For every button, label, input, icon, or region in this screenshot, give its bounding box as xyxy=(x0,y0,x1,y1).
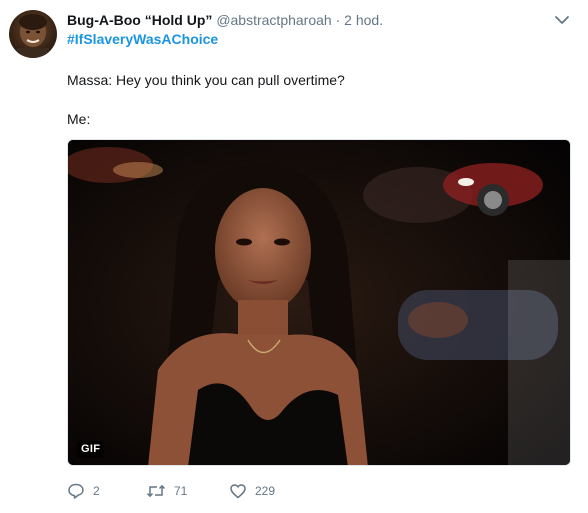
retweet-count: 71 xyxy=(174,484,188,498)
avatar[interactable] xyxy=(9,10,57,58)
reply-button[interactable]: 2 xyxy=(67,481,100,501)
gif-badge: GIF xyxy=(77,441,105,458)
gif-media[interactable]: GIF xyxy=(67,139,571,466)
retweet-icon xyxy=(146,484,166,498)
avatar-image xyxy=(17,14,49,58)
like-count: 229 xyxy=(255,484,276,498)
tweet-actions: 2 71 229 xyxy=(67,481,367,501)
separator-dot: · xyxy=(335,12,341,28)
tweet-text-line: Me: xyxy=(67,111,91,127)
reply-icon xyxy=(68,483,84,499)
retweet-button[interactable]: 71 xyxy=(146,481,187,501)
heart-icon xyxy=(230,484,246,499)
chevron-down-icon[interactable] xyxy=(553,12,571,28)
tweet-header: Bug-A-Boo “Hold Up” @abstractpharoah · 2… xyxy=(67,11,383,29)
tweet-text-line: Massa: Hey you think you can pull overti… xyxy=(67,72,345,88)
tweet-timestamp[interactable]: 2 hod. xyxy=(344,12,383,28)
tweet-card[interactable]: Bug-A-Boo “Hold Up” @abstractpharoah · 2… xyxy=(0,0,588,513)
user-handle[interactable]: @abstractpharoah xyxy=(216,12,331,28)
like-button[interactable]: 229 xyxy=(229,481,275,501)
display-name[interactable]: Bug-A-Boo “Hold Up” xyxy=(67,12,212,28)
hashtag-link[interactable]: #IfSlaveryWasAChoice xyxy=(67,30,218,48)
reply-count: 2 xyxy=(93,484,100,498)
gif-frame-image xyxy=(68,140,570,465)
